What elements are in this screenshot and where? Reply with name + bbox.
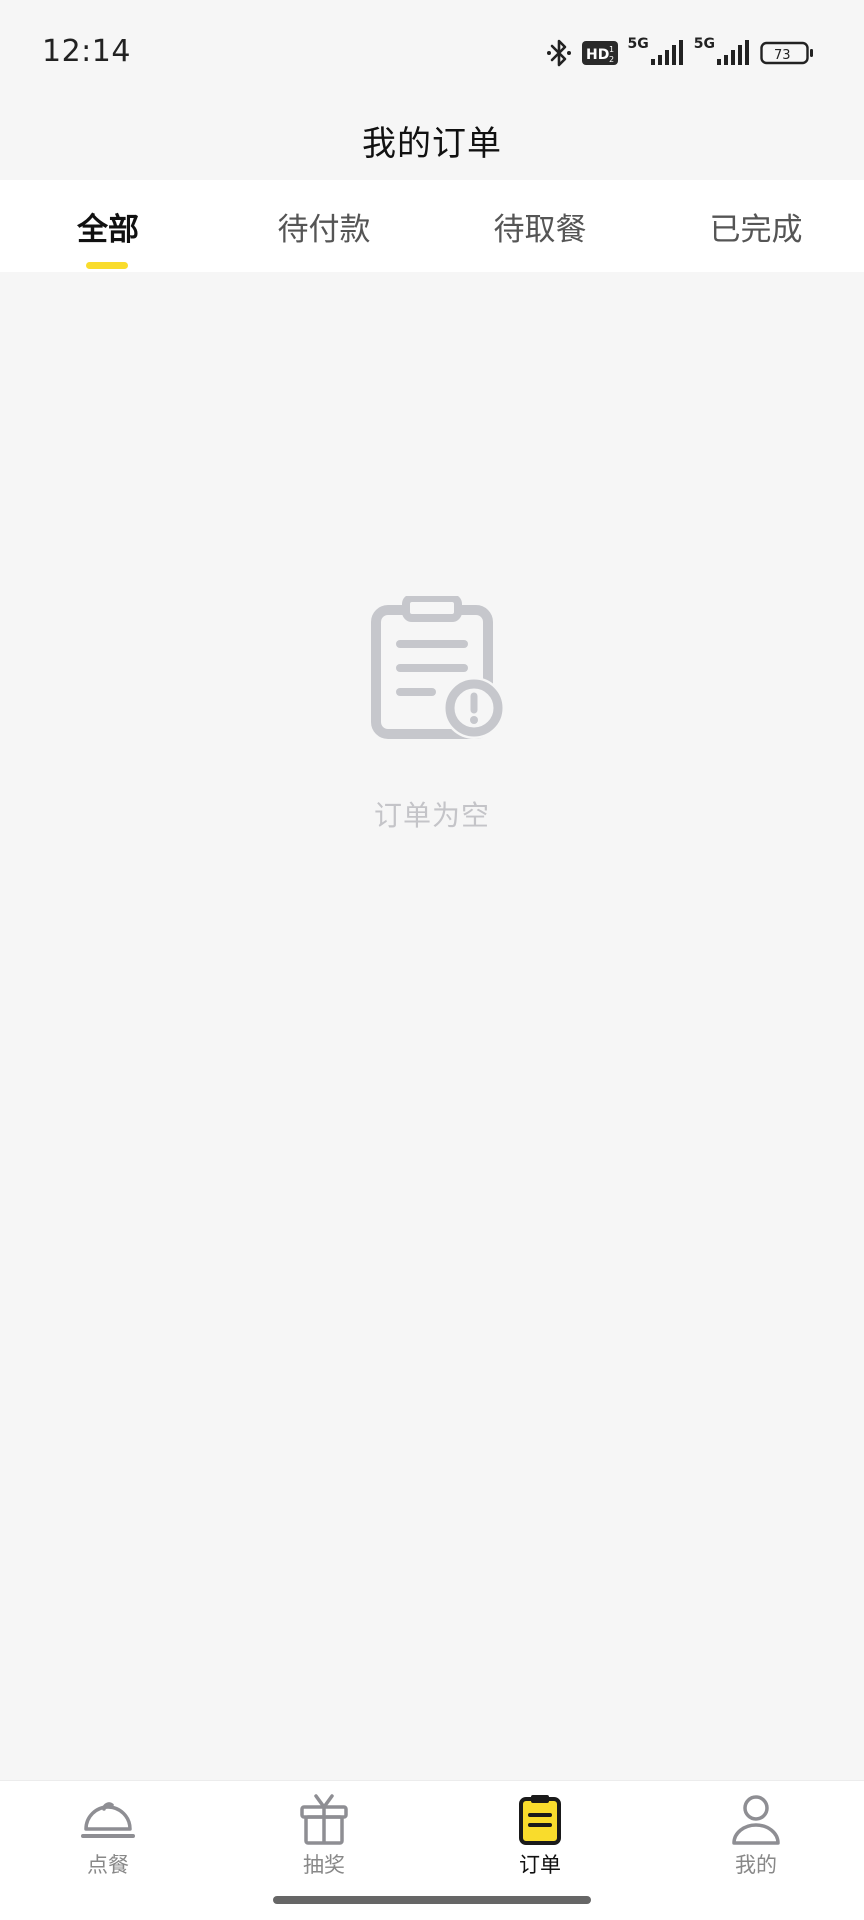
hd-badge: HD 1 2 (581, 39, 618, 67)
bluetooth-icon (546, 37, 572, 69)
signal-bars-icon (717, 40, 749, 65)
status-bar: 12:14 HD 1 2 5G 5G 73 (0, 0, 864, 106)
nav-item-orders[interactable]: 订单 (432, 1781, 648, 1891)
tab-completed[interactable]: 已完成 (648, 180, 864, 272)
nav-label-orders: 订单 (519, 1853, 561, 1877)
svg-text:2: 2 (609, 55, 614, 64)
order-tabs: 全部 待付款 待取餐 已完成 (0, 180, 864, 272)
signal-5g-2: 5G (693, 36, 750, 67)
person-icon (732, 1795, 780, 1845)
status-time: 12:14 (42, 34, 131, 69)
gift-icon (300, 1794, 348, 1845)
orders-page: 12:14 HD 1 2 5G 5G 73 我的订单 全部 待付款 待取餐 已完… (0, 0, 864, 1920)
nav-item-lottery[interactable]: 抽奖 (216, 1781, 432, 1891)
clipboard-icon (519, 1795, 561, 1845)
nav-label-profile: 我的 (735, 1853, 777, 1877)
nav-label-lottery: 抽奖 (303, 1853, 345, 1877)
active-tab-indicator (86, 262, 128, 269)
hd-label: HD (586, 47, 609, 63)
signal-5g-1: 5G (627, 36, 684, 67)
title-bar: 我的订单 (0, 100, 864, 180)
status-icons: HD 1 2 5G 5G 73 (546, 36, 814, 70)
nav-label-order-food: 点餐 (87, 1853, 129, 1877)
nav-item-profile[interactable]: 我的 (648, 1781, 864, 1891)
battery-icon: 73 (760, 40, 814, 66)
tab-pending-pickup[interactable]: 待取餐 (432, 180, 648, 272)
home-indicator[interactable] (273, 1896, 591, 1904)
network-label-2: 5G (693, 36, 715, 52)
empty-message: 订单为空 (373, 799, 490, 832)
tab-all[interactable]: 全部 (0, 180, 216, 272)
svg-text:1: 1 (609, 45, 614, 54)
clipboard-alert-icon (371, 596, 505, 739)
signal-bars-icon (650, 40, 683, 65)
network-label-1: 5G (627, 36, 649, 52)
page-title: 我的订单 (362, 123, 502, 164)
tab-pending-payment[interactable]: 待付款 (216, 180, 432, 272)
nav-item-order-food[interactable]: 点餐 (0, 1781, 216, 1891)
cloche-icon (81, 1802, 135, 1838)
battery-level: 73 (774, 48, 791, 63)
